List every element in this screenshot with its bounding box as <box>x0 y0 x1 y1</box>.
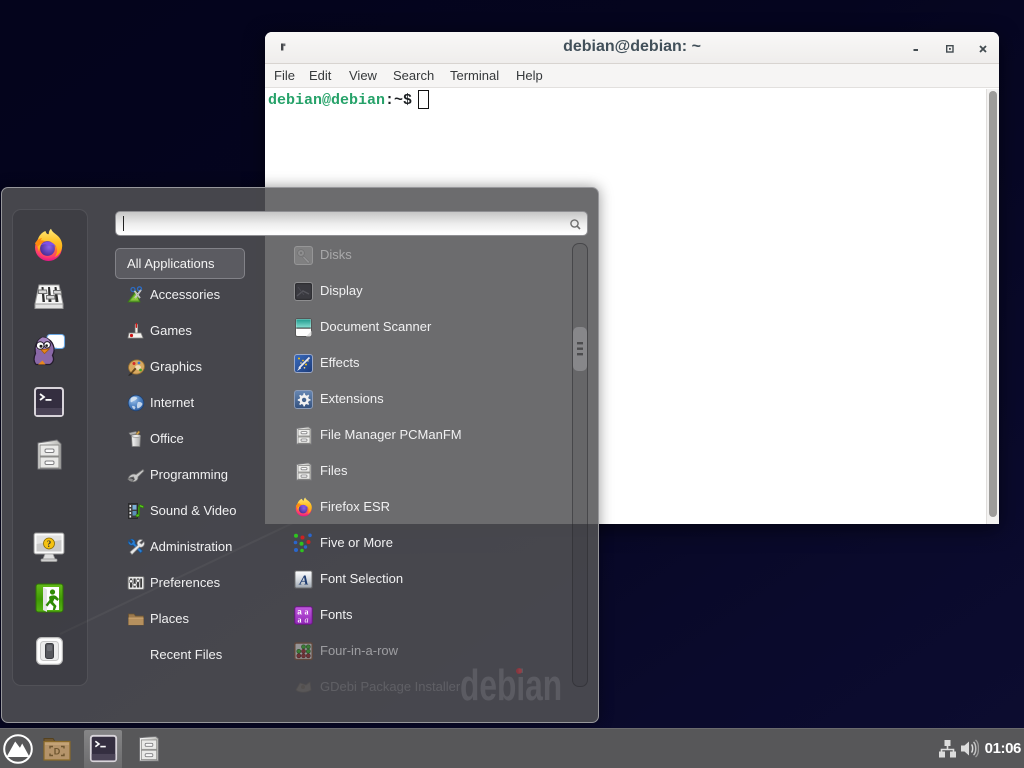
svg-text:D: D <box>54 747 61 757</box>
